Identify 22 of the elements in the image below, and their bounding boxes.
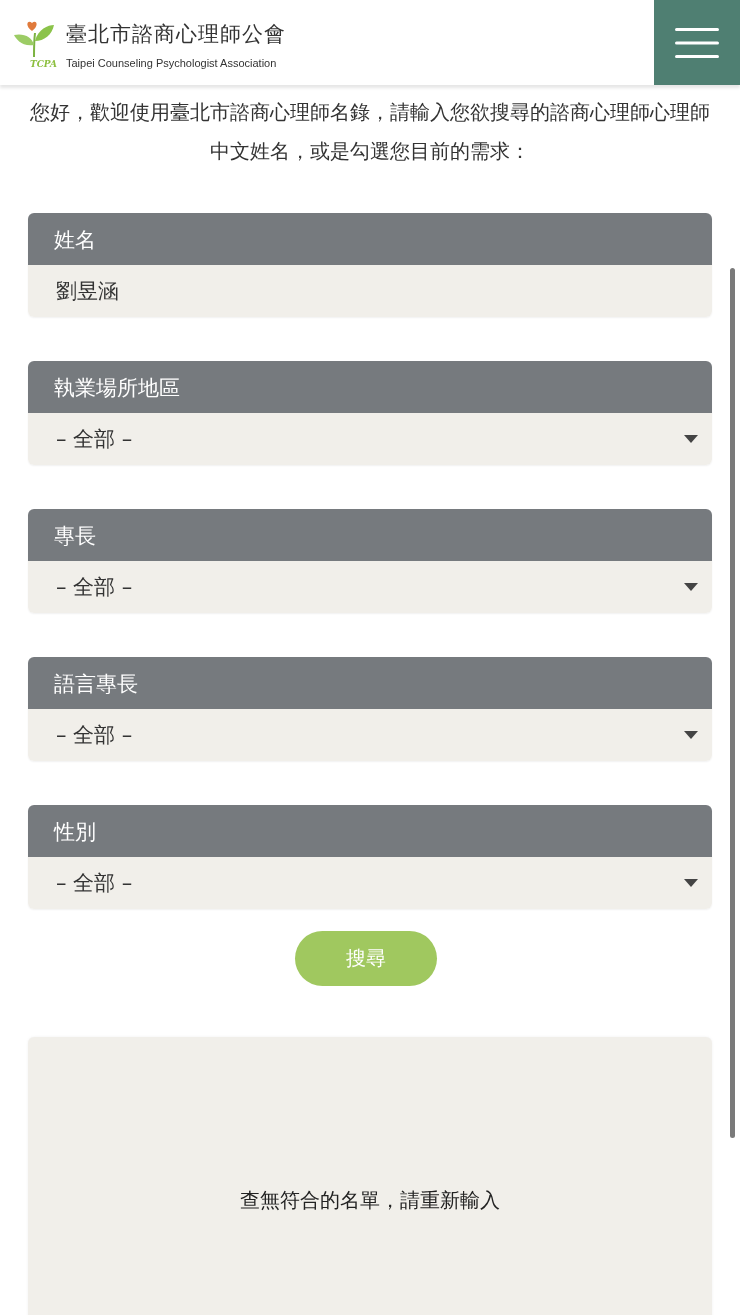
site-title: 臺北市諮商心理師公會 <box>66 21 286 48</box>
menu-icon <box>675 26 719 59</box>
caret-icon <box>684 731 698 739</box>
intro-text: 您好，歡迎使用臺北市諮商心理師名錄，請輸入您欲搜尋的諮商心理師心理師中文姓名，或是勾選您目前的需求： <box>29 99 711 165</box>
caret-icon <box>684 879 698 887</box>
dropdown-field[interactable]: – 全部 – <box>28 561 712 613</box>
scrollbar[interactable] <box>730 268 735 1138</box>
field-label: 執業場所地區 <box>28 361 712 413</box>
caret-icon <box>684 435 698 443</box>
menu-button[interactable] <box>654 0 740 85</box>
caret-icon <box>684 583 698 591</box>
site-subtitle: Taipei Counseling Psychologist Association <box>66 57 278 69</box>
dropdown-field[interactable]: – 全部 – <box>28 709 712 761</box>
no-results-message: 查無符合的名單，請重新輸入 <box>240 1187 500 1214</box>
field-label: 專長 <box>28 509 712 561</box>
name-input-field[interactable]: 劉昱涵 <box>28 265 712 317</box>
field-label: 語言專長 <box>28 657 712 709</box>
logo-text: TCPA <box>30 58 57 69</box>
field-label: 性別 <box>28 805 712 857</box>
dropdown-field[interactable]: – 全部 – <box>28 857 712 909</box>
field-label: 姓名 <box>28 213 712 265</box>
dropdown-field[interactable]: – 全部 – <box>28 413 712 465</box>
